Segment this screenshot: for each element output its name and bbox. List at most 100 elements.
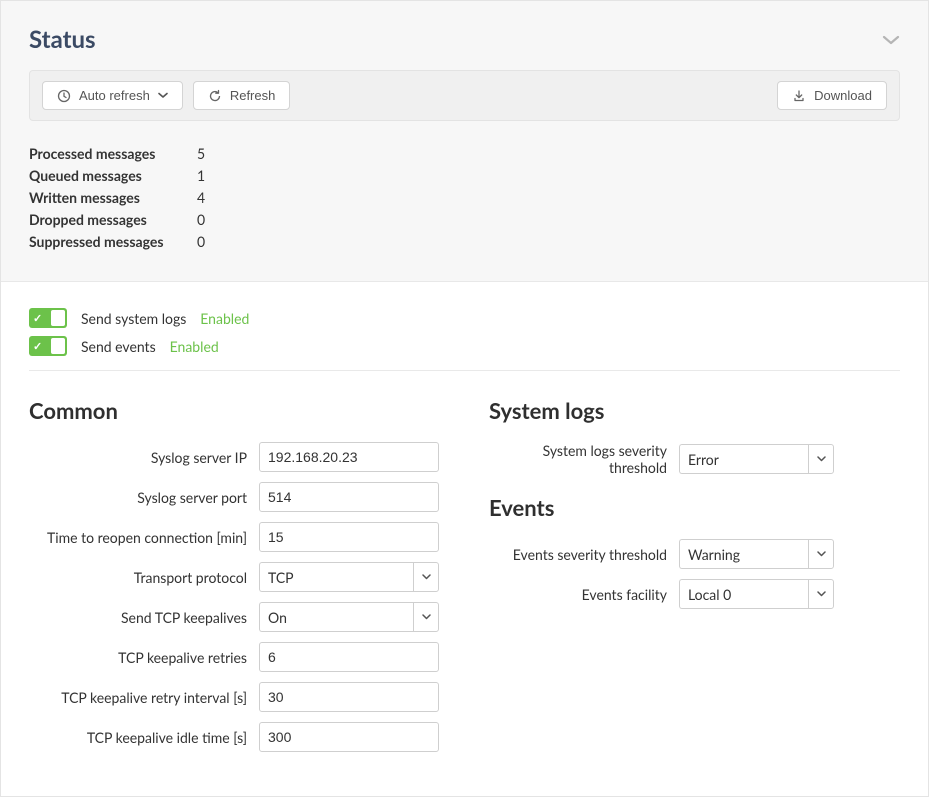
toggle-send-events-row: ✓ Send events Enabled <box>29 336 900 356</box>
stat-label: Suppressed messages <box>29 231 179 253</box>
field-label: TCP keepalive retry interval [s] <box>29 689 259 706</box>
syslog-ip-input[interactable] <box>259 442 439 472</box>
status-panel: Status Auto refresh Refresh <box>1 1 928 282</box>
chevron-down-icon <box>422 574 431 580</box>
field-events-facility: Events facility Local 0 <box>489 579 900 609</box>
chevron-down-icon <box>817 591 826 597</box>
stat-processed: Processed messages 5 <box>29 143 900 165</box>
stat-written: Written messages 4 <box>29 187 900 209</box>
clock-icon <box>57 89 71 103</box>
field-syslog-severity: System logs severity threshold Error <box>489 442 900 476</box>
stat-label: Queued messages <box>29 165 179 187</box>
field-label: Syslog server IP <box>29 449 259 466</box>
retry-interval-input[interactable] <box>259 682 439 712</box>
auto-refresh-button[interactable]: Auto refresh <box>42 81 183 110</box>
retries-input[interactable] <box>259 642 439 672</box>
toggle-knob <box>51 310 65 326</box>
stat-value: 5 <box>197 143 205 165</box>
stat-label: Processed messages <box>29 143 179 165</box>
field-label: Events facility <box>489 586 679 603</box>
toggle-knob <box>51 338 65 354</box>
section-title-system-logs: System logs <box>489 397 900 424</box>
keepalives-select[interactable]: On <box>259 602 439 632</box>
select-value[interactable]: Local 0 <box>679 579 808 609</box>
refresh-label: Refresh <box>230 88 276 103</box>
check-icon: ✓ <box>33 340 42 353</box>
field-transport: Transport protocol TCP <box>29 562 449 592</box>
divider <box>29 370 900 371</box>
select-caret-button[interactable] <box>413 602 439 632</box>
download-icon <box>792 89 806 103</box>
field-label: Send TCP keepalives <box>29 609 259 626</box>
toggle-send-events[interactable]: ✓ <box>29 336 67 356</box>
chevron-down-icon <box>817 551 826 557</box>
select-value[interactable]: TCP <box>259 562 413 592</box>
columns: Common Syslog server IP Syslog server po… <box>29 397 900 762</box>
select-caret-button[interactable] <box>808 444 834 474</box>
events-facility-select[interactable]: Local 0 <box>679 579 834 609</box>
page-container: Status Auto refresh Refresh <box>0 0 929 797</box>
syslog-severity-select[interactable]: Error <box>679 444 834 474</box>
status-toolbar: Auto refresh Refresh Download <box>29 70 900 121</box>
reopen-input[interactable] <box>259 522 439 552</box>
stat-label: Dropped messages <box>29 209 179 231</box>
status-stats: Processed messages 5 Queued messages 1 W… <box>29 143 900 253</box>
download-button[interactable]: Download <box>777 81 887 110</box>
chevron-down-icon <box>422 614 431 620</box>
field-idle-time: TCP keepalive idle time [s] <box>29 722 449 752</box>
field-events-severity: Events severity threshold Warning <box>489 539 900 569</box>
stat-suppressed: Suppressed messages 0 <box>29 231 900 253</box>
field-label: Time to reopen connection [min] <box>29 529 259 546</box>
stat-dropped: Dropped messages 0 <box>29 209 900 231</box>
select-caret-button[interactable] <box>808 539 834 569</box>
field-retries: TCP keepalive retries <box>29 642 449 672</box>
field-label: Events severity threshold <box>489 546 679 563</box>
column-common: Common Syslog server IP Syslog server po… <box>29 397 449 762</box>
auto-refresh-label: Auto refresh <box>79 88 150 103</box>
stat-value: 0 <box>197 231 205 253</box>
syslog-port-input[interactable] <box>259 482 439 512</box>
select-caret-button[interactable] <box>808 579 834 609</box>
stat-label: Written messages <box>29 187 179 209</box>
chevron-down-icon <box>817 456 826 462</box>
download-label: Download <box>814 88 872 103</box>
field-keepalives: Send TCP keepalives On <box>29 602 449 632</box>
field-label: Transport protocol <box>29 569 259 586</box>
chevron-down-icon <box>158 92 168 99</box>
collapse-icon[interactable] <box>882 34 900 46</box>
toggle-state: Enabled <box>200 310 249 327</box>
field-label: System logs severity threshold <box>489 442 679 476</box>
check-icon: ✓ <box>33 312 42 325</box>
field-label: Syslog server port <box>29 489 259 506</box>
select-value[interactable]: Error <box>679 444 808 474</box>
events-severity-select[interactable]: Warning <box>679 539 834 569</box>
toggle-send-system-logs[interactable]: ✓ <box>29 308 67 328</box>
stat-value: 0 <box>197 209 205 231</box>
toggle-label: Send events <box>81 338 156 355</box>
stat-queued: Queued messages 1 <box>29 165 900 187</box>
select-caret-button[interactable] <box>413 562 439 592</box>
config-body: ✓ Send system logs Enabled ✓ Send events… <box>1 282 928 796</box>
refresh-icon <box>208 89 222 103</box>
field-label: TCP keepalive idle time [s] <box>29 729 259 746</box>
column-right: System logs System logs severity thresho… <box>489 397 900 762</box>
toggle-send-system-logs-row: ✓ Send system logs Enabled <box>29 308 900 328</box>
field-label: TCP keepalive retries <box>29 649 259 666</box>
field-syslog-port: Syslog server port <box>29 482 449 512</box>
idle-time-input[interactable] <box>259 722 439 752</box>
select-value[interactable]: Warning <box>679 539 808 569</box>
status-header: Status <box>29 25 900 54</box>
section-title-events: Events <box>489 494 900 521</box>
status-title: Status <box>29 25 96 54</box>
stat-value: 4 <box>197 187 205 209</box>
field-retry-interval: TCP keepalive retry interval [s] <box>29 682 449 712</box>
field-syslog-ip: Syslog server IP <box>29 442 449 472</box>
transport-select[interactable]: TCP <box>259 562 439 592</box>
toggle-state: Enabled <box>170 338 219 355</box>
field-reopen: Time to reopen connection [min] <box>29 522 449 552</box>
stat-value: 1 <box>197 165 205 187</box>
refresh-button[interactable]: Refresh <box>193 81 291 110</box>
toggle-label: Send system logs <box>81 310 186 327</box>
select-value[interactable]: On <box>259 602 413 632</box>
section-title-common: Common <box>29 397 449 424</box>
